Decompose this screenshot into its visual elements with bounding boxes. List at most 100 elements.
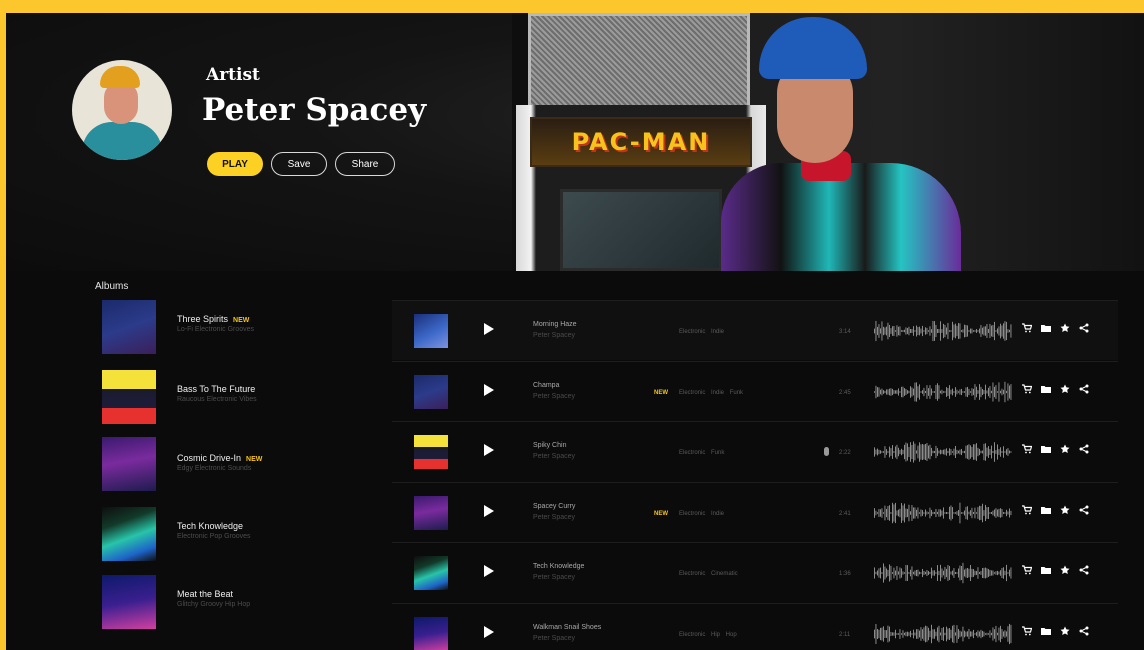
track-duration: 2:22	[839, 450, 851, 456]
cart-icon[interactable]	[1022, 383, 1032, 394]
album-cover[interactable]	[102, 437, 156, 491]
album-title[interactable]: Cosmic Drive-In NEW	[177, 453, 262, 463]
artist-photo	[721, 13, 971, 271]
album-subtitle: Glitchy Groovy Hip Hop	[177, 601, 251, 608]
track-tags[interactable]: Electronic Indie	[679, 329, 724, 335]
album-item[interactable]: Cosmic Drive-In NEW Edgy Electronic Sounds	[102, 437, 372, 493]
track-waveform[interactable]	[874, 560, 1012, 586]
album-item[interactable]: Tech Knowledge Electronic Pop Grooves	[102, 507, 372, 563]
folder-icon[interactable]	[1041, 444, 1051, 454]
track-waveform[interactable]	[874, 621, 1012, 647]
track-artist[interactable]: Peter Spacey	[533, 332, 575, 339]
track-list: Morning Haze Peter Spacey Electronic Indie…	[392, 300, 1118, 650]
album-cover[interactable]	[102, 507, 156, 561]
share-icon[interactable]	[1079, 626, 1089, 636]
folder-icon[interactable]	[1041, 505, 1051, 515]
share-button[interactable]: Share	[335, 152, 395, 176]
folder-icon[interactable]	[1041, 323, 1051, 333]
artist-avatar	[72, 60, 172, 160]
track-artist[interactable]: Peter Spacey	[533, 453, 575, 460]
track-tags[interactable]: Electronic Cinematic	[679, 571, 738, 577]
track-cover[interactable]	[414, 616, 448, 650]
track-duration: 3:14	[839, 329, 851, 335]
album-item[interactable]: Meat the Beat Glitchy Groovy Hip Hop	[102, 575, 372, 631]
track-cover[interactable]	[414, 374, 448, 409]
album-item[interactable]: Three Spirits NEW Lo-Fi Electronic Grooves	[102, 300, 372, 356]
album-cover[interactable]	[102, 300, 156, 354]
cart-icon[interactable]	[1022, 504, 1032, 515]
track-tags[interactable]: Electronic Funk	[679, 450, 724, 456]
play-track-icon[interactable]	[484, 625, 494, 638]
track-title[interactable]: Tech Knowledge	[533, 563, 584, 570]
cart-icon[interactable]	[1022, 323, 1032, 333]
artist-name: Peter Spacey	[202, 92, 427, 128]
track-artist[interactable]: Peter Spacey	[533, 393, 575, 400]
track-waveform[interactable]	[874, 379, 1012, 405]
track-row[interactable]: Champa Peter Spacey NEW Electronic Indie Fu…	[392, 360, 1118, 421]
play-track-icon[interactable]	[484, 323, 494, 335]
track-tags[interactable]: Electronic Indie Funk	[679, 390, 743, 396]
folder-icon[interactable]	[1041, 626, 1051, 636]
track-actions	[1022, 444, 1089, 454]
star-icon[interactable]	[1060, 626, 1070, 636]
track-cover[interactable]	[414, 435, 448, 469]
track-tags[interactable]: Electronic Hip Hop	[679, 632, 737, 638]
hero-actions: PLAY Save Share	[207, 152, 395, 176]
track-row[interactable]: Morning Haze Peter Spacey Electronic Indie…	[392, 300, 1118, 360]
track-title[interactable]: Walkman Snail Shoes	[533, 624, 601, 631]
track-cover[interactable]	[414, 314, 448, 348]
track-row[interactable]: Spacey Curry Peter Spacey NEW Electronic In…	[392, 481, 1118, 542]
track-title[interactable]: Champa	[533, 382, 559, 389]
track-waveform[interactable]	[874, 318, 1012, 344]
track-artist[interactable]: Peter Spacey	[533, 574, 575, 581]
track-cover[interactable]	[414, 495, 448, 530]
track-waveform[interactable]	[874, 439, 1012, 465]
album-title[interactable]: Bass To The Future	[177, 384, 255, 394]
cart-icon[interactable]	[1022, 565, 1032, 575]
share-icon[interactable]	[1079, 323, 1089, 333]
star-icon[interactable]	[1060, 565, 1070, 575]
play-button[interactable]: PLAY	[207, 152, 263, 176]
share-icon[interactable]	[1079, 384, 1089, 394]
album-title[interactable]: Three Spirits NEW	[177, 314, 249, 324]
share-icon[interactable]	[1079, 565, 1089, 575]
star-icon[interactable]	[1060, 384, 1070, 394]
track-row[interactable]: Tech Knowledge Peter Spacey Electronic Cin…	[392, 542, 1118, 602]
album-cover[interactable]	[102, 575, 156, 629]
star-icon[interactable]	[1060, 323, 1070, 333]
share-icon[interactable]	[1079, 505, 1089, 515]
cart-icon[interactable]	[1022, 444, 1032, 454]
track-title[interactable]: Spiky Chin	[533, 442, 566, 449]
folder-icon[interactable]	[1041, 565, 1051, 575]
album-item[interactable]: Bass To The Future Raucous Electronic Vib…	[102, 370, 372, 426]
new-badge: NEW	[246, 456, 263, 463]
track-artist[interactable]: Peter Spacey	[533, 514, 575, 521]
play-track-icon[interactable]	[484, 383, 494, 396]
track-tags[interactable]: Electronic Indie	[679, 511, 724, 517]
share-icon[interactable]	[1079, 444, 1089, 454]
track-cover[interactable]	[414, 556, 448, 590]
folder-icon[interactable]	[1041, 384, 1051, 394]
album-title[interactable]: Tech Knowledge	[177, 521, 243, 531]
album-cover[interactable]	[102, 370, 156, 424]
save-button[interactable]: Save	[271, 152, 327, 176]
albums-heading: Albums	[95, 281, 129, 292]
track-title[interactable]: Morning Haze	[533, 321, 577, 328]
track-title[interactable]: Spacey Curry	[533, 503, 575, 510]
new-badge: NEW	[654, 510, 668, 517]
track-artist[interactable]: Peter Spacey	[533, 635, 575, 642]
star-icon[interactable]	[1060, 444, 1070, 454]
track-actions	[1022, 625, 1089, 636]
app-window: PAC-MAN Artist Peter Spacey PLAY Save Sh…	[6, 13, 1144, 650]
track-row[interactable]: Spiky Chin Peter Spacey Electronic Funk 2:2…	[392, 421, 1118, 481]
cart-icon[interactable]	[1022, 625, 1032, 636]
album-subtitle: Raucous Electronic Vibes	[177, 396, 257, 403]
play-track-icon[interactable]	[484, 565, 494, 577]
album-title[interactable]: Meat the Beat	[177, 589, 233, 599]
track-row[interactable]: Walkman Snail Shoes Peter Spacey Electroni…	[392, 602, 1118, 650]
play-track-icon[interactable]	[484, 504, 494, 517]
play-track-icon[interactable]	[484, 444, 494, 456]
track-waveform[interactable]	[874, 500, 1012, 526]
star-icon[interactable]	[1060, 505, 1070, 515]
microphone-icon	[824, 447, 829, 456]
